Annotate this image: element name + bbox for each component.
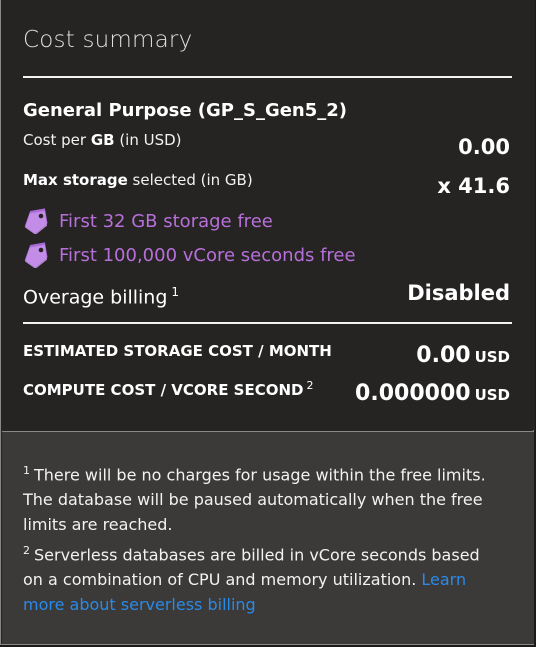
free-storage-label: First 32 GB storage free (59, 210, 273, 232)
service-tier: General Purpose (GP_S_Gen5_2) (23, 100, 348, 121)
panel-title: Cost summary (23, 27, 193, 53)
footnote-2-text: Serverless databases are billed in vCore… (23, 545, 480, 590)
compute-cost-label: COMPUTE COST / VCORE SECOND 2 (23, 379, 313, 399)
compute-cost-amount: 0.000000 (355, 381, 471, 406)
price-tag-icon (23, 242, 51, 269)
price-tag-icon (23, 208, 51, 235)
estimated-storage-value: 0.00 USD (416, 343, 510, 368)
compute-cost-text: COMPUTE COST / VCORE SECOND (23, 381, 304, 399)
max-storage-label: Max storage selected (in GB) (23, 171, 253, 189)
footnotes-section: 1 There will be no charges for usage with… (2, 431, 534, 644)
cost-summary-frame: Cost summary General Purpose (GP_S_Gen5_… (0, 0, 536, 647)
footnote-1-text: There will be no charges for usage withi… (23, 465, 486, 535)
cost-per-gb-value: 0.00 (458, 135, 510, 159)
max-storage-suffix: selected (in GB) (127, 171, 253, 189)
max-storage-value: x 41.6 (437, 174, 510, 198)
overage-billing-label: Overage billing 1 (23, 285, 179, 308)
cost-per-gb-prefix: Cost per (23, 131, 91, 149)
cost-per-gb-unit: GB (90, 131, 115, 149)
overage-footnote-marker: 1 (171, 285, 180, 299)
cost-summary-panel: Cost summary General Purpose (GP_S_Gen5_… (0, 0, 535, 645)
estimated-storage-unit: USD (474, 348, 510, 366)
footnote-1: 1 There will be no charges for usage with… (23, 458, 503, 537)
compute-footnote-marker: 2 (306, 379, 314, 392)
estimated-storage-label: ESTIMATED STORAGE COST / MONTH (23, 342, 332, 360)
top-divider (23, 76, 512, 78)
compute-cost-unit: USD (474, 386, 510, 404)
estimated-storage-amount: 0.00 (416, 343, 471, 368)
compute-cost-value: 0.000000 USD (355, 381, 510, 406)
mid-divider (23, 322, 512, 324)
cost-per-gb-suffix: (in USD) (114, 131, 182, 149)
overage-billing-value: Disabled (407, 281, 510, 305)
free-storage-item: First 32 GB storage free (23, 208, 273, 235)
footnote-1-marker: 1 (23, 464, 30, 477)
footnote-2: 2 Serverless databases are billed in vCor… (23, 538, 503, 617)
free-vcore-label: First 100,000 vCore seconds free (59, 244, 356, 266)
overage-billing-text: Overage billing (23, 286, 168, 309)
footnote-2-marker: 2 (23, 544, 30, 557)
max-storage-bold: Max storage (23, 171, 128, 189)
free-vcore-item: First 100,000 vCore seconds free (23, 242, 356, 269)
summary-section: Cost summary General Purpose (GP_S_Gen5_… (1, 0, 535, 430)
cost-per-gb-label: Cost per GB (in USD) (23, 131, 182, 149)
